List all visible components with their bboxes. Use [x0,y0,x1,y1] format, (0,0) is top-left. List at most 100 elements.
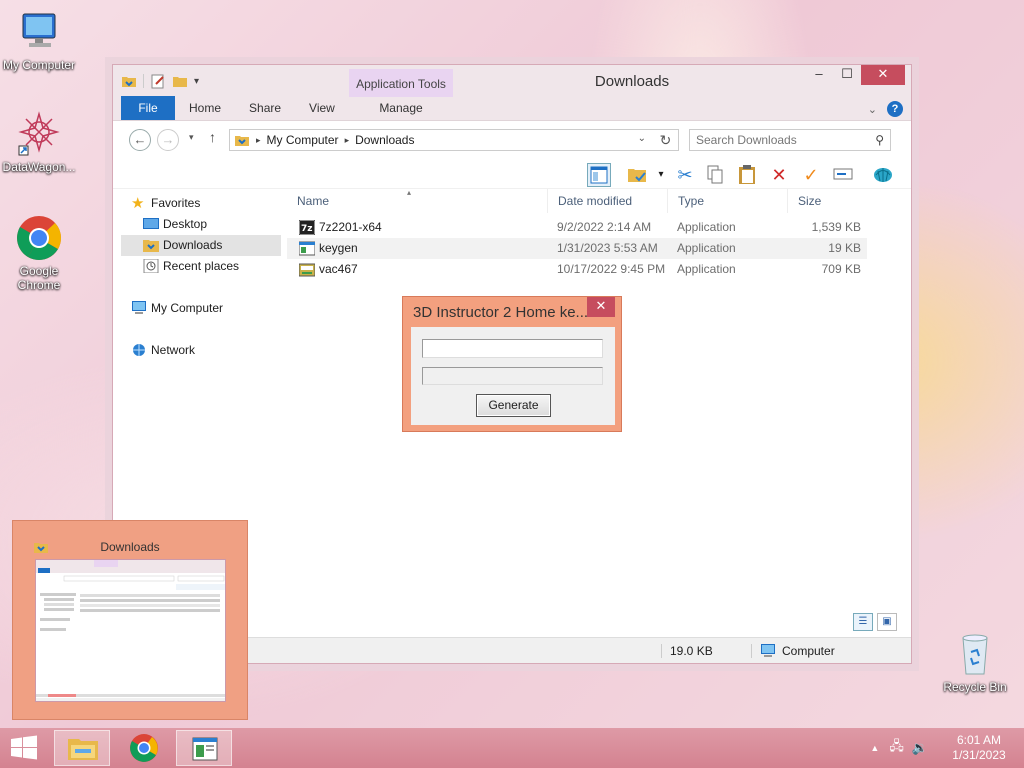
clock-time: 6:01 AM [956,733,1002,747]
address-dropdown-icon[interactable]: ⌄ [638,133,646,144]
computer-icon [132,301,146,314]
preview-pane-icon[interactable] [587,163,611,187]
folder-options-icon[interactable] [625,163,649,187]
computer-icon [15,8,63,56]
tab-home[interactable]: Home [175,96,235,120]
title-bar: Application Tools ▾ Downloads – ☐ ✕ [113,65,911,129]
star-icon: ★ [131,195,145,212]
file-size: 1,539 KB [811,220,861,234]
volume-icon[interactable]: 🔉 [912,740,928,756]
tab-share[interactable]: Share [235,96,295,120]
breadcrumb-downloads[interactable]: Downloads [355,133,414,147]
nav-favorites[interactable]: ★ Favorites [121,193,281,214]
details-view-icon[interactable]: ☰ [853,613,873,631]
file-row-vac467[interactable]: vac467 10/17/2022 9:45 PM Application 70… [287,259,867,280]
file-type: Application [677,241,736,255]
navigation-pane: ★ Favorites Desktop Downloads Recent pla… [121,193,281,361]
desktop-icon-datawagon[interactable]: DataWagon... [0,110,81,174]
maximize-button[interactable]: ☐ [833,65,861,85]
back-button[interactable]: ← [129,129,151,151]
start-button[interactable] [0,730,48,766]
window-controls: – ☐ ✕ [805,65,905,85]
desktop-icon-google-chrome[interactable]: Google Chrome [0,214,81,292]
clock[interactable]: 6:01 AM 1/31/2023 [934,733,1024,763]
desktop-icon-my-computer[interactable]: My Computer [0,8,81,72]
status-size: 19.0 KB [661,643,751,658]
file-row-7z2201-x64[interactable]: 7z 7z2201-x64 9/2/2022 2:14 AM Applicati… [287,217,867,238]
taskbar-chrome[interactable] [116,730,172,766]
nav-label: My Computer [151,301,224,315]
column-header-type[interactable]: Type [667,189,787,213]
installer-icon [299,263,315,277]
system-tray: ▲ 🖧 🔉 6:01 AM 1/31/2023 [870,728,1024,768]
forward-button[interactable]: → [157,129,179,151]
copy-icon[interactable] [703,163,727,187]
name-input[interactable] [422,339,603,358]
breadcrumb-separator-icon: ▸ [256,134,261,145]
cut-icon[interactable]: ✂ [673,163,697,187]
help-icon[interactable]: ? [887,101,903,117]
refresh-button[interactable]: ↻ [653,129,679,151]
nav-downloads[interactable]: Downloads [121,235,281,256]
nav-label: Favorites [151,196,201,210]
clock-date: 1/31/2023 [952,748,1006,762]
nav-label: Desktop [163,217,208,231]
shell-globe-icon[interactable] [871,163,895,187]
checkmark-icon[interactable]: ✓ [799,163,823,187]
datawagon-logo-icon [15,110,63,158]
recycle-bin-icon [951,630,999,678]
address-bar[interactable]: ▸ My Computer ▸ Downloads ⌄ [229,129,679,151]
column-header-date[interactable]: Date modified [547,189,667,213]
svg-text:7z: 7z [301,224,313,234]
network-status-icon[interactable]: 🖧 [889,737,904,759]
tab-view[interactable]: View [295,96,349,120]
generate-button[interactable]: Generate [476,394,551,417]
computer-icon [761,643,775,657]
column-header-size[interactable]: Size [787,189,867,213]
taskbar: ▲ 🖧 🔉 6:01 AM 1/31/2023 [0,728,1024,768]
dropdown-icon[interactable]: ▾ [649,163,673,187]
nav-label: Downloads [163,238,223,252]
dialog-close-button[interactable]: ✕ [587,297,615,317]
up-arrow-icon[interactable]: ↑ [209,129,216,145]
file-row-keygen[interactable]: keygen 1/31/2023 5:53 AM Application 19 … [287,238,867,259]
tab-file[interactable]: File [121,96,175,120]
ribbon-tabs: File Home Share View Manage ⌄ ? [113,96,911,121]
downloads-folder-icon [143,240,159,252]
thumbnail-window-image [35,559,226,702]
nav-my-computer[interactable]: My Computer [121,298,281,319]
column-header-name[interactable]: Name ▴ [287,188,547,213]
large-icons-view-icon[interactable]: ▣ [877,613,897,631]
nav-label: Recent places [163,259,240,273]
taskbar-keygen-app[interactable] [176,730,232,766]
recent-locations-icon[interactable]: ▾ [189,132,194,143]
file-date: 9/2/2022 2:14 AM [557,220,652,234]
file-date: 1/31/2023 5:53 AM [557,241,658,255]
show-hidden-icons-icon[interactable]: ▲ [870,743,879,753]
minimize-button[interactable]: – [805,65,833,85]
desktop-icon-recycle-bin[interactable]: Recycle Bin [933,630,1017,694]
taskbar-thumbnail-preview[interactable]: Downloads [12,520,248,720]
expand-ribbon-icon[interactable]: ⌄ [868,103,877,116]
rename-icon[interactable] [831,163,855,187]
chrome-icon [130,734,158,762]
desktop-icon [143,218,159,229]
breadcrumb-my-computer[interactable]: My Computer [267,133,339,147]
file-explorer-icon [68,739,98,760]
nav-desktop[interactable]: Desktop [121,214,281,235]
desktop-icon-label: My Computer [2,58,76,72]
dialog-title: 3D Instructor 2 Home ke... [413,304,589,321]
search-input[interactable]: Search Downloads ⚲ [689,129,891,151]
delete-icon[interactable]: ✕ [767,163,791,187]
search-icon[interactable]: ⚲ [875,133,884,147]
breadcrumb-separator-icon: ▸ [344,134,350,145]
tab-manage[interactable]: Manage [349,96,453,120]
close-button[interactable]: ✕ [861,65,905,85]
serial-output-field[interactable] [422,367,603,385]
nav-recent-places[interactable]: Recent places [121,256,281,277]
nav-network[interactable]: Network [121,340,281,361]
7zip-icon: 7z [299,220,315,235]
taskbar-file-explorer[interactable] [54,730,110,766]
file-size: 709 KB [821,262,861,276]
paste-icon[interactable] [735,163,759,187]
